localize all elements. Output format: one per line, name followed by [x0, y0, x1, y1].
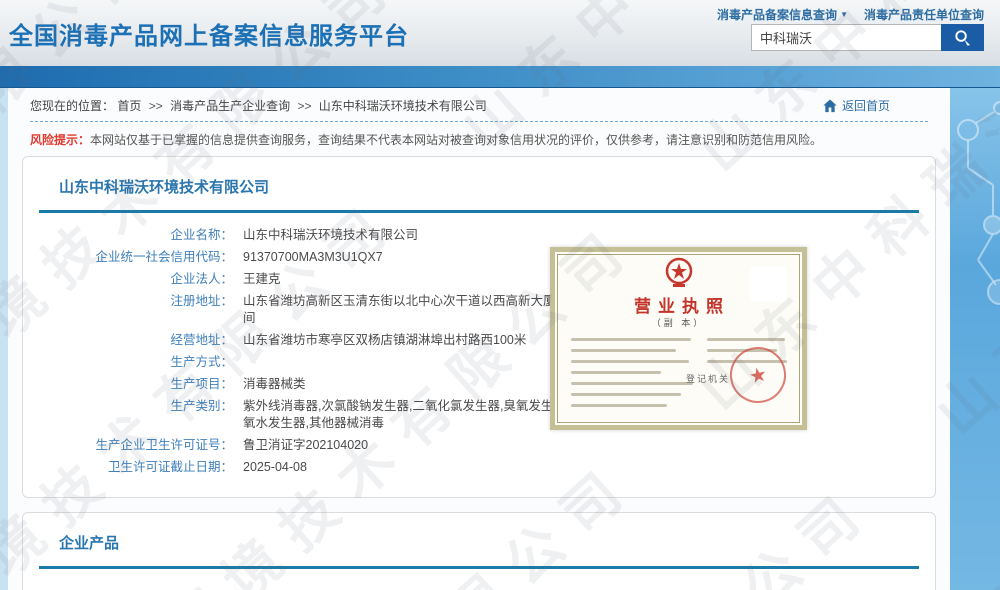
nav-bar	[0, 66, 1000, 88]
star-icon: ★	[747, 361, 770, 389]
link-record-info-query[interactable]: 消毒产品备案信息查询 ▼	[717, 6, 848, 23]
search-icon	[953, 28, 972, 47]
product-list: 中科瑞沃牌ZK-50型电解法次氯酸钠发生器 中科瑞沃牌ZK-200型化学法二氧化…	[23, 583, 935, 590]
divider	[30, 121, 928, 122]
breadcrumb-separator: >>	[297, 99, 311, 113]
license-text-line	[571, 349, 676, 352]
license-text-line	[571, 393, 681, 396]
risk-text: 本网站仅基于已掌握的信息提供查询服务，查询结果不代表本网站对被查询对象信用状况的…	[90, 133, 822, 147]
main-content: 您现在的位置： 首页 >> 消毒产品生产企业查询 >> 山东中科瑞沃环境技术有限…	[8, 88, 950, 590]
search-input[interactable]	[751, 24, 941, 51]
site-header: 全国消毒产品网上备案信息服务平台 消毒产品备案信息查询 ▼ 消毒产品责任单位查询	[0, 0, 1000, 66]
risk-label: 风险提示：	[30, 133, 90, 147]
top-links: 消毒产品备案信息查询 ▼ 消毒产品责任单位查询	[717, 6, 984, 23]
license-text-line	[571, 338, 691, 341]
qr-code	[750, 266, 786, 302]
license-issuer-label: 登记机关	[686, 372, 730, 385]
site-title: 全国消毒产品网上备案信息服务平台	[9, 16, 409, 51]
company-products-card: 企业产品 中科瑞沃牌ZK-50型电解法次氯酸钠发生器 中科瑞沃牌ZK-200型化…	[22, 512, 936, 590]
breadcrumb: 您现在的位置： 首页 >> 消毒产品生产企业查询 >> 山东中科瑞沃环境技术有限…	[30, 97, 487, 114]
risk-notice: 风险提示：本网站仅基于已掌握的信息提供查询服务，查询结果不代表本网站对被查询对象…	[30, 131, 928, 149]
company-name-heading: 山东中科瑞沃环境技术有限公司	[23, 157, 935, 210]
info-row: 卫生许可证截止日期：2025-04-08	[23, 459, 935, 476]
info-row: 企业名称：山东中科瑞沃环境技术有限公司	[23, 227, 935, 244]
license-subtitle: （副 本）	[555, 316, 802, 329]
heading-underline	[39, 210, 919, 213]
right-decoration	[950, 0, 1000, 590]
products-heading: 企业产品	[23, 513, 935, 566]
search-button[interactable]	[941, 24, 984, 51]
national-emblem-icon	[663, 256, 695, 290]
chevron-down-icon: ▼	[840, 10, 848, 19]
breadcrumb-prefix: 您现在的位置：	[30, 99, 114, 113]
breadcrumb-home-link[interactable]: 首页	[117, 99, 141, 113]
back-home-link[interactable]: 返回首页	[822, 97, 890, 114]
home-icon	[822, 98, 838, 113]
breadcrumb-current: 山东中科瑞沃环境技术有限公司	[319, 99, 487, 113]
heading-underline	[39, 566, 919, 569]
license-text-line	[571, 371, 661, 374]
license-text-line	[707, 338, 785, 341]
breadcrumb-separator: >>	[149, 99, 163, 113]
license-text-line	[571, 382, 693, 385]
company-info-card: 山东中科瑞沃环境技术有限公司 企业名称：山东中科瑞沃环境技术有限公司 企业统一社…	[22, 156, 936, 498]
license-text-line	[571, 404, 667, 407]
breadcrumb-query-link[interactable]: 消毒产品生产企业查询	[170, 99, 290, 113]
business-license-image: 营业执照 （副 本） 登记机关 ★	[550, 247, 807, 430]
license-text-line	[571, 360, 689, 363]
info-row: 生产企业卫生许可证号：鲁卫消证字202104020	[23, 437, 935, 454]
link-responsible-unit-query[interactable]: 消毒产品责任单位查询	[864, 6, 984, 23]
search-bar	[751, 24, 984, 51]
